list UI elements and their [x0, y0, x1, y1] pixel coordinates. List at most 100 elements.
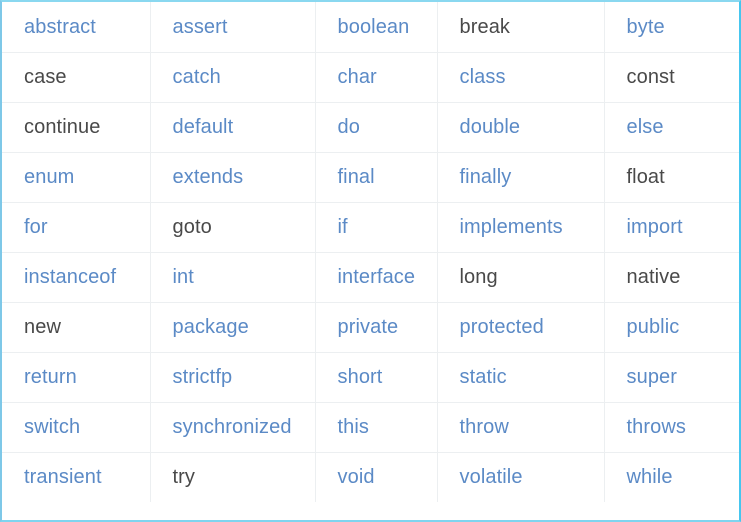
keyword-synchronized[interactable]: synchronized	[173, 416, 292, 438]
table-row: for goto if implements import	[2, 202, 739, 253]
table-cell: else	[604, 102, 739, 153]
keyword-default[interactable]: default	[173, 116, 234, 138]
table-cell: byte	[604, 2, 739, 53]
table-cell: if	[315, 202, 438, 253]
keyword-throw[interactable]: throw	[460, 416, 509, 438]
keyword-static[interactable]: static	[460, 366, 507, 388]
table-cell: case	[2, 52, 151, 103]
table-cell: catch	[150, 52, 316, 103]
table-cell: implements	[437, 202, 605, 253]
table-cell: final	[315, 152, 438, 203]
table-cell: transient	[2, 452, 151, 502]
keyword-long: long	[459, 266, 498, 288]
keyword-abstract[interactable]: abstract	[24, 16, 96, 38]
table-row: switch synchronized this throw throws	[2, 402, 739, 453]
keyword-char[interactable]: char	[338, 66, 377, 88]
keyword-byte[interactable]: byte	[627, 16, 665, 38]
keyword-switch[interactable]: switch	[24, 416, 80, 438]
table-cell: private	[315, 302, 438, 353]
table-cell: this	[315, 402, 438, 453]
table-cell: goto	[150, 202, 316, 253]
keyword-super[interactable]: super	[627, 366, 678, 388]
table-cell: enum	[2, 152, 151, 203]
keyword-const: const	[626, 66, 675, 88]
table-row: abstract assert boolean break byte	[2, 2, 739, 53]
keyword-catch[interactable]: catch	[173, 66, 221, 88]
keyword-private[interactable]: private	[338, 316, 399, 338]
table-row: instanceof int interface long native	[2, 252, 739, 303]
keyword-assert[interactable]: assert	[173, 16, 228, 38]
table-row: return strictfp short static super	[2, 352, 739, 403]
keyword-table-container: abstract assert boolean break byte case catch c…	[2, 2, 739, 520]
keyword-extends[interactable]: extends	[173, 166, 244, 188]
keyword-package[interactable]: package	[173, 316, 249, 338]
keyword-final[interactable]: final	[338, 166, 375, 188]
table-cell: instanceof	[2, 252, 151, 303]
table-cell: char	[315, 52, 438, 103]
keyword-finally[interactable]: finally	[460, 166, 512, 188]
table-cell: finally	[437, 152, 605, 203]
table-cell: break	[437, 2, 605, 53]
table-row: transient try void volatile while	[2, 452, 739, 502]
table-cell: import	[604, 202, 739, 253]
table-row: new package private protected public	[2, 302, 739, 353]
keyword-case: case	[24, 66, 67, 88]
table-cell: switch	[2, 402, 151, 453]
keyword-boolean[interactable]: boolean	[338, 16, 410, 38]
java-keywords-table: abstract assert boolean break byte case catch c…	[2, 2, 739, 502]
keyword-import[interactable]: import	[627, 216, 683, 238]
table-row: enum extends final finally float	[2, 152, 739, 203]
table-cell: extends	[150, 152, 316, 203]
keyword-throws[interactable]: throws	[627, 416, 687, 438]
table-cell: do	[315, 102, 438, 153]
table-cell: try	[150, 452, 316, 502]
table-cell: public	[604, 302, 739, 353]
keyword-while[interactable]: while	[627, 466, 673, 488]
keyword-interface[interactable]: interface	[338, 266, 416, 288]
table-cell: package	[150, 302, 316, 353]
keyword-class[interactable]: class	[460, 66, 506, 88]
keyword-table-body: abstract assert boolean break byte case catch c…	[2, 2, 739, 502]
keyword-volatile[interactable]: volatile	[460, 466, 523, 488]
table-cell: assert	[150, 2, 316, 53]
keyword-else[interactable]: else	[627, 116, 664, 138]
table-cell: default	[150, 102, 316, 153]
table-row: case catch char class const	[2, 52, 739, 103]
table-cell: while	[604, 452, 739, 502]
keyword-float: float	[626, 166, 665, 188]
table-cell: strictfp	[150, 352, 316, 403]
table-cell: interface	[315, 252, 438, 303]
keyword-continue: continue	[24, 116, 101, 138]
table-cell: class	[437, 52, 605, 103]
table-cell: synchronized	[150, 402, 316, 453]
page-frame: abstract assert boolean break byte case catch c…	[0, 0, 741, 522]
keyword-return[interactable]: return	[24, 366, 77, 388]
table-cell: long	[437, 252, 605, 303]
keyword-strictfp[interactable]: strictfp	[173, 366, 233, 388]
keyword-for[interactable]: for	[24, 216, 48, 238]
keyword-implements[interactable]: implements	[460, 216, 563, 238]
table-cell: abstract	[2, 2, 151, 53]
keyword-void[interactable]: void	[338, 466, 375, 488]
table-cell: protected	[437, 302, 605, 353]
keyword-int[interactable]: int	[173, 266, 194, 288]
keyword-do[interactable]: do	[338, 116, 360, 138]
keyword-double[interactable]: double	[460, 116, 521, 138]
table-cell: double	[437, 102, 605, 153]
keyword-instanceof[interactable]: instanceof	[24, 266, 116, 288]
keyword-this[interactable]: this	[338, 416, 370, 438]
table-cell: throw	[437, 402, 605, 453]
keyword-public[interactable]: public	[627, 316, 680, 338]
table-cell: continue	[2, 102, 151, 153]
table-cell: super	[604, 352, 739, 403]
keyword-break: break	[459, 15, 511, 38]
keyword-if[interactable]: if	[338, 216, 348, 238]
keyword-transient[interactable]: transient	[24, 466, 102, 488]
table-cell: return	[2, 352, 151, 403]
table-cell: for	[2, 202, 151, 253]
keyword-goto: goto	[172, 216, 212, 238]
keyword-enum[interactable]: enum	[24, 166, 74, 188]
keyword-protected[interactable]: protected	[460, 316, 544, 338]
keyword-short[interactable]: short	[338, 366, 383, 388]
table-cell: static	[437, 352, 605, 403]
